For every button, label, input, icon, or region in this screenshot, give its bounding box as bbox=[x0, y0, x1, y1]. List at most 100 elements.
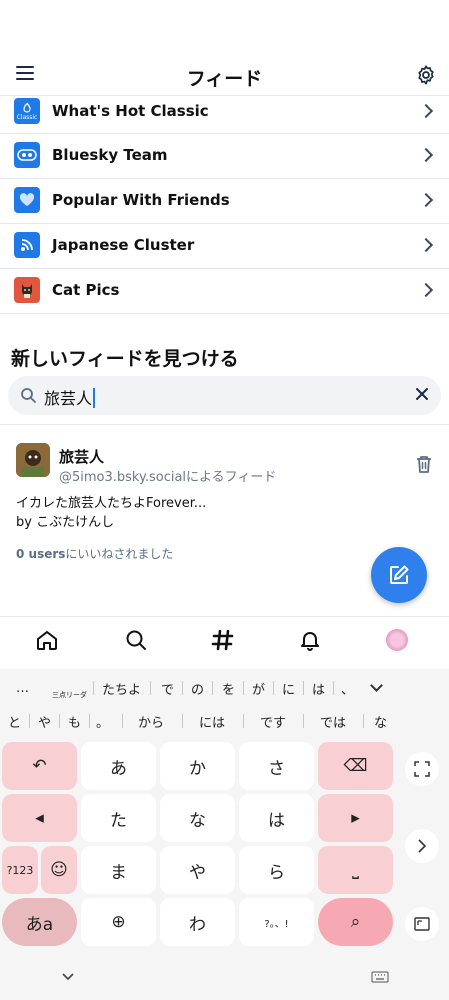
tab-search[interactable] bbox=[123, 627, 149, 653]
team-icon bbox=[14, 142, 40, 168]
flame-icon: Classic bbox=[14, 98, 40, 124]
discover-feeds-title: 新しいフィードを見つける bbox=[11, 348, 239, 370]
suggestion-item[interactable]: や bbox=[38, 712, 51, 731]
chevron-right-icon bbox=[418, 282, 434, 298]
hide-keyboard-icon[interactable] bbox=[62, 973, 74, 981]
suggestion-item[interactable]: は bbox=[312, 679, 325, 698]
suggestion-separator bbox=[363, 714, 364, 728]
key-ma[interactable]: ま bbox=[81, 846, 156, 894]
likes-suffix: にいいねされました bbox=[65, 547, 174, 561]
feed-item-bluesky-team[interactable]: Bluesky Team bbox=[0, 134, 449, 179]
suggestion-separator bbox=[122, 714, 123, 728]
search-key[interactable]: ⌕ bbox=[318, 898, 393, 946]
suggestion-item[interactable]: たちよ bbox=[102, 679, 141, 698]
key-sa[interactable]: さ bbox=[239, 742, 314, 790]
tab-feeds[interactable] bbox=[210, 627, 236, 653]
kana-mode-key[interactable]: あa bbox=[2, 898, 77, 946]
tab-profile[interactable] bbox=[384, 627, 410, 653]
cursor-right-key[interactable]: ▸ bbox=[318, 794, 393, 842]
key-wa[interactable]: わ bbox=[160, 898, 235, 946]
suggestion-item[interactable]: から bbox=[138, 712, 164, 731]
suggestion-item[interactable]: な bbox=[374, 712, 387, 731]
suggestion-item[interactable]: 、 bbox=[341, 679, 354, 698]
resize-keyboard-icon[interactable] bbox=[405, 907, 439, 941]
suggestion-separator bbox=[59, 714, 60, 728]
keyboard-switch-icon[interactable] bbox=[371, 971, 389, 983]
feed-item-cat-pics[interactable]: Cat Pics bbox=[0, 269, 449, 314]
backspace-key[interactable]: ⌫ bbox=[318, 742, 393, 790]
feed-result-description: イカレた旅芸人たちよForever... by こぶたけんし bbox=[16, 494, 316, 532]
cursor-left-key[interactable]: ◂ bbox=[2, 794, 77, 842]
key-ya[interactable]: や bbox=[160, 846, 235, 894]
space-key[interactable]: ⎵ bbox=[318, 846, 393, 894]
feed-item-whats-hot-classic[interactable]: Classic What's Hot Classic bbox=[0, 90, 449, 134]
suggestion-item[interactable]: では bbox=[320, 712, 346, 731]
search-input-text: 旅芸人 bbox=[44, 385, 96, 409]
feed-avatar[interactable] bbox=[16, 443, 50, 477]
suggestion-item[interactable]: も bbox=[68, 712, 81, 731]
bell-icon bbox=[301, 632, 319, 651]
description-line: by こぶたけんし bbox=[16, 515, 115, 530]
key-ra[interactable]: ら bbox=[239, 846, 314, 894]
suggestion-item[interactable]: で bbox=[161, 679, 174, 698]
fullscreen-icon[interactable] bbox=[405, 752, 439, 786]
signal-icon bbox=[14, 232, 40, 258]
feed-item-popular-with-friends[interactable]: Popular With Friends bbox=[0, 179, 449, 224]
feed-result-name[interactable]: 旅芸人 bbox=[59, 446, 104, 467]
gear-icon[interactable] bbox=[415, 64, 437, 86]
key-a[interactable]: あ bbox=[81, 742, 156, 790]
suggestion-separator bbox=[303, 714, 304, 728]
suggestion-separator bbox=[182, 681, 183, 695]
feed-label: What's Hot Classic bbox=[52, 102, 209, 120]
suggestion-item[interactable]: と bbox=[8, 712, 21, 731]
key-ta[interactable]: た bbox=[81, 794, 156, 842]
undo-key[interactable]: ↶ bbox=[2, 742, 77, 790]
divider bbox=[0, 424, 449, 425]
likes-number: 0 users bbox=[16, 547, 66, 561]
feed-search-input[interactable]: 旅芸人 bbox=[8, 376, 441, 415]
key-ha[interactable]: は bbox=[239, 794, 314, 842]
suggestion-item[interactable]: に bbox=[282, 679, 295, 698]
feed-item-japanese-cluster[interactable]: Japanese Cluster bbox=[0, 224, 449, 269]
suggestion-separator bbox=[93, 681, 94, 695]
suggestion-item[interactable]: を bbox=[222, 679, 235, 698]
number-mode-key[interactable]: ?123 bbox=[2, 846, 38, 894]
suggestion-item[interactable]: … bbox=[16, 681, 29, 696]
heart-icon bbox=[14, 187, 40, 213]
chevron-right-icon[interactable] bbox=[405, 829, 439, 863]
compose-button[interactable] bbox=[371, 547, 427, 603]
description-line: イカレた旅芸人たちよForever... bbox=[16, 496, 207, 511]
chevron-right-icon bbox=[418, 192, 434, 208]
feed-list: Classic What's Hot Classic Bluesky Team … bbox=[0, 90, 449, 314]
tab-home[interactable] bbox=[34, 627, 60, 653]
suggestion-separator bbox=[273, 681, 274, 695]
key-ka[interactable]: か bbox=[160, 742, 235, 790]
feed-likes-count: 0 usersにいいねされました bbox=[16, 545, 173, 562]
suggestion-separator bbox=[333, 681, 334, 695]
suggestion-item[interactable]: には bbox=[199, 712, 225, 731]
key-na[interactable]: な bbox=[160, 794, 235, 842]
feed-label: Cat Pics bbox=[52, 281, 120, 299]
expand-suggestions-icon[interactable] bbox=[370, 679, 383, 692]
chevron-right-icon bbox=[418, 147, 434, 163]
suggestion-item[interactable]: 三点リーダ bbox=[52, 690, 87, 700]
soft-keyboard: … 三点リーダ たちよ で の を が に は 、 と や も 。 から には … bbox=[0, 669, 449, 1000]
search-icon bbox=[21, 388, 36, 403]
close-icon[interactable] bbox=[415, 387, 429, 401]
suggestion-separator bbox=[150, 681, 151, 695]
trash-icon[interactable] bbox=[415, 454, 433, 474]
suggestion-separator bbox=[243, 681, 244, 695]
suggestion-item[interactable]: です bbox=[260, 712, 286, 731]
cat-icon bbox=[14, 277, 40, 303]
globe-key[interactable]: ⊕ bbox=[81, 898, 156, 946]
suggestion-item[interactable]: が bbox=[252, 679, 265, 698]
feed-result-creator: @5imo3.bsky.socialによるフィード bbox=[59, 470, 277, 485]
feed-label: Popular With Friends bbox=[52, 191, 230, 209]
feed-label: Bluesky Team bbox=[52, 146, 168, 164]
emoji-key[interactable]: ☺ bbox=[41, 846, 77, 894]
suggestion-item[interactable]: 。 bbox=[96, 712, 109, 731]
suggestion-item[interactable]: の bbox=[191, 679, 204, 698]
punctuation-key[interactable]: ?。、! bbox=[239, 898, 314, 946]
chevron-right-icon bbox=[418, 103, 434, 119]
tab-notifications[interactable] bbox=[297, 627, 323, 653]
